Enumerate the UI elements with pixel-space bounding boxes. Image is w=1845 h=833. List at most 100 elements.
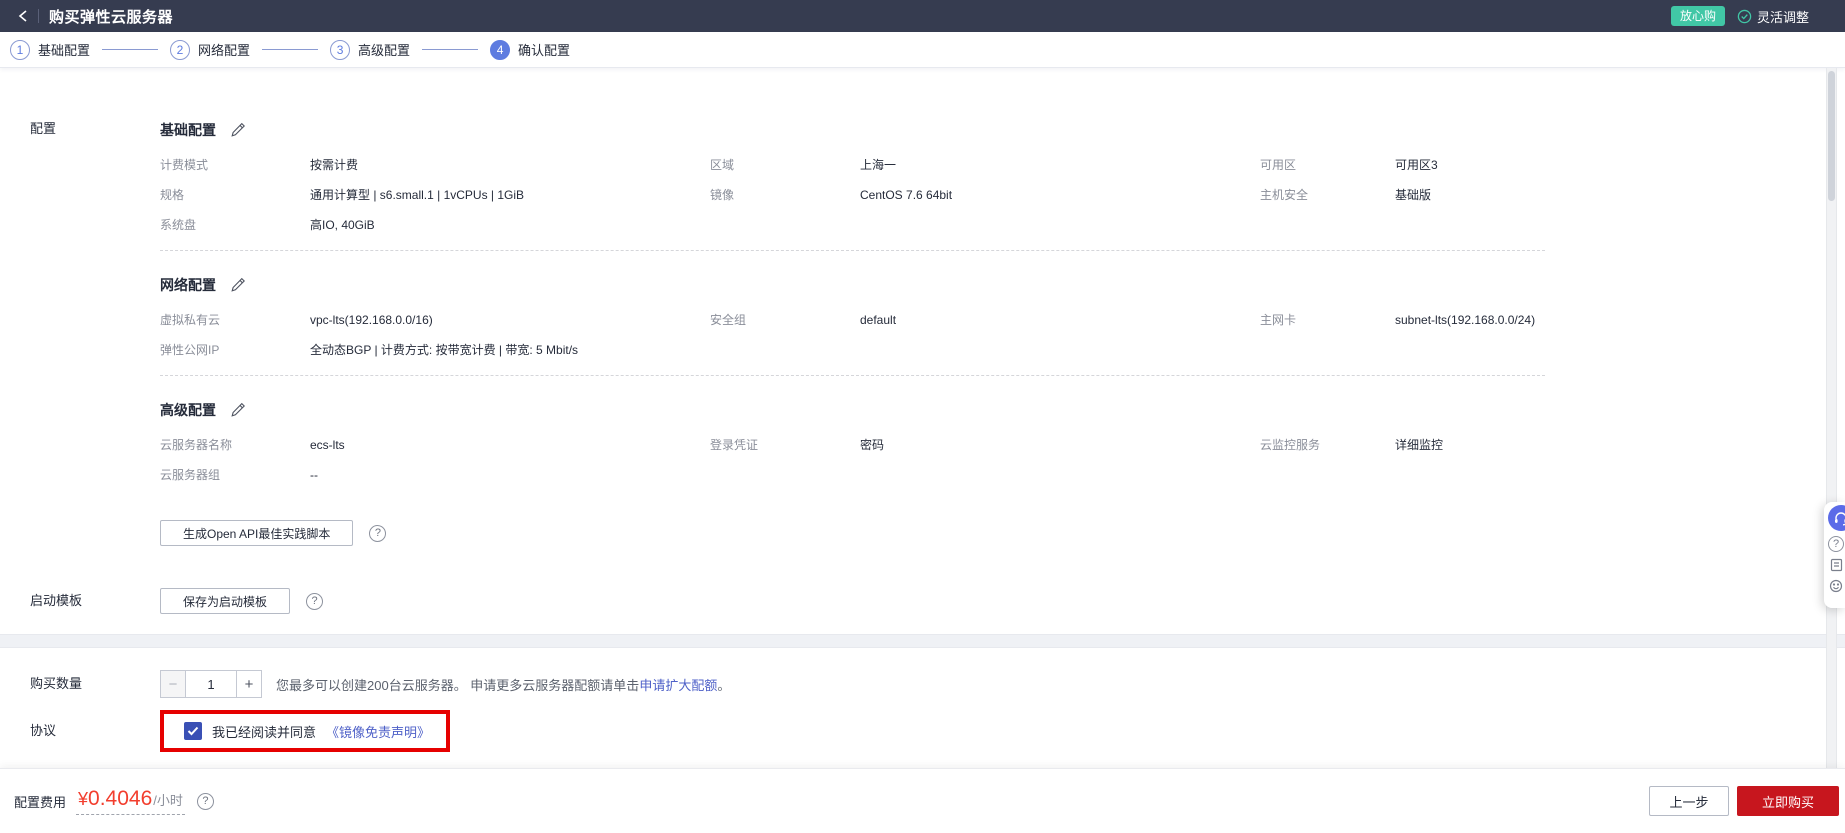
save-launch-template-button[interactable]: 保存为启动模板 xyxy=(160,588,291,614)
widget-help-icon[interactable]: ? xyxy=(1828,536,1844,552)
launch-template-row: 保存为启动模板 ? xyxy=(160,588,1545,614)
main-content: 配置 启动模板 基础配置 计费模式 按需计费 区域 上海一 可用区 可用区3 规… xyxy=(0,68,1845,768)
field-value: 详细监控 xyxy=(1395,438,1444,452)
field-value: default xyxy=(860,313,897,327)
price-currency: ¥ xyxy=(78,789,89,809)
panel-separator xyxy=(0,634,1845,648)
basic-config-grid: 计费模式 按需计费 区域 上海一 可用区 可用区3 规格 通用计算型 | s6.… xyxy=(160,156,1545,234)
support-widget: ? xyxy=(1824,502,1845,608)
generate-api-script-button[interactable]: 生成Open API最佳实践脚本 xyxy=(160,520,354,546)
field-label: 计费模式 xyxy=(160,158,209,172)
section-divider xyxy=(160,250,1545,251)
support-headset-icon[interactable] xyxy=(1828,505,1845,531)
price: ¥0.4046/小时 xyxy=(76,787,185,815)
field-value: 按需计费 xyxy=(310,158,359,172)
network-config-grid: 虚拟私有云 vpc-lts(192.168.0.0/16) 安全组 defaul… xyxy=(160,311,1545,359)
step-number: 1 xyxy=(10,39,30,60)
widget-document-icon[interactable] xyxy=(1828,557,1844,573)
field-value: -- xyxy=(310,468,318,482)
agreement-text: 我已经阅读并同意 xyxy=(212,724,317,740)
header-right: 放心购 灵活调整 xyxy=(1670,6,1809,26)
api-script-row: 生成Open API最佳实践脚本 ? xyxy=(160,520,1545,546)
widget-smiley-icon[interactable] xyxy=(1828,578,1844,594)
field-value: 高IO, 40GiB xyxy=(310,218,375,232)
step-label: 基础配置 xyxy=(38,43,91,58)
field-value: 通用计算型 | s6.small.1 | 1vCPUs | 1GiB xyxy=(310,188,525,202)
field-label: 云监控服务 xyxy=(1260,438,1321,452)
field-label: 弹性公网IP xyxy=(160,343,220,357)
flexible-adjust: 灵活调整 xyxy=(1737,7,1809,26)
field-label: 主机安全 xyxy=(1260,188,1309,202)
section-basic-config-title: 基础配置 xyxy=(160,120,1545,140)
price-unit: /小时 xyxy=(153,793,183,808)
edit-icon[interactable] xyxy=(229,122,246,139)
step-advanced-config[interactable]: 3 高级配置 xyxy=(330,39,411,60)
section-network-config-title: 网络配置 xyxy=(160,275,1545,295)
field-value: 上海一 xyxy=(860,158,897,172)
quantity-side-label: 购买数量 xyxy=(30,676,83,691)
previous-step-button[interactable]: 上一步 xyxy=(1649,786,1729,816)
image-disclaimer-link[interactable]: 《镜像免责声明》 xyxy=(326,722,430,741)
price-value: 0.4046 xyxy=(88,787,153,810)
field-label: 可用区 xyxy=(1260,158,1297,172)
step-connector xyxy=(102,49,159,50)
field-label: 云服务器名称 xyxy=(160,438,233,452)
section-title-text: 高级配置 xyxy=(160,402,216,418)
expand-quota-link[interactable]: 申请扩大配额 xyxy=(639,678,717,693)
step-label: 高级配置 xyxy=(358,43,411,58)
step-number: 3 xyxy=(330,39,351,60)
section-title-text: 基础配置 xyxy=(160,122,216,138)
field-label: 云服务器组 xyxy=(160,468,221,482)
step-confirm-config[interactable]: 4 确认配置 xyxy=(490,39,570,60)
section-advanced-config-title: 高级配置 xyxy=(160,400,1545,420)
flexible-adjust-label: 灵活调整 xyxy=(1756,9,1809,25)
field-value: ecs-lts xyxy=(310,438,345,452)
advanced-config-grid: 云服务器名称 ecs-lts 登录凭证 密码 云监控服务 详细监控 云服务器组 … xyxy=(160,436,1545,484)
step-connector xyxy=(422,49,479,50)
field-label: 规格 xyxy=(160,188,185,202)
top-header: 购买弹性云服务器 放心购 灵活调整 xyxy=(0,0,1845,32)
step-connector xyxy=(262,49,319,50)
field-label: 区域 xyxy=(710,158,735,172)
help-icon[interactable]: ? xyxy=(369,524,387,542)
edit-icon[interactable] xyxy=(229,402,246,419)
header-divider xyxy=(38,9,39,23)
field-label: 主网卡 xyxy=(1260,313,1297,327)
fee-label: 配置费用 xyxy=(14,794,67,810)
step-network-config[interactable]: 2 网络配置 xyxy=(170,39,251,60)
quantity-hint-text: 您最多可以创建200台云服务器。 申请更多云服务器配额请单击 xyxy=(276,677,640,693)
buy-now-button[interactable]: 立即购买 xyxy=(1737,786,1839,816)
section-divider xyxy=(160,375,1545,376)
config-summary-panel: 配置 启动模板 基础配置 计费模式 按需计费 区域 上海一 可用区 可用区3 规… xyxy=(0,68,1845,634)
quantity-hint: 您最多可以创建200台云服务器。 申请更多云服务器配额请单击申请扩大配额。 xyxy=(276,675,730,694)
field-label: 镜像 xyxy=(710,188,735,202)
wizard-step-bar: 1 基础配置 2 网络配置 3 高级配置 4 确认配置 xyxy=(0,32,1845,68)
page-title: 购买弹性云服务器 xyxy=(49,8,174,26)
quantity-input[interactable] xyxy=(185,670,237,698)
quantity-decrease-button[interactable]: − xyxy=(160,670,186,698)
step-number: 4 xyxy=(490,39,511,60)
field-value: 全动态BGP | 计费方式: 按带宽计费 | 带宽: 5 Mbit/s xyxy=(310,343,579,357)
scrollbar-thumb[interactable] xyxy=(1828,71,1835,201)
edit-icon[interactable] xyxy=(229,277,246,294)
agreement-highlight-box: 我已经阅读并同意 《镜像免责声明》 xyxy=(160,710,451,752)
agreement-checkbox[interactable] xyxy=(184,722,202,740)
section-title-text: 网络配置 xyxy=(160,277,216,293)
field-label: 登录凭证 xyxy=(710,438,759,452)
step-label: 网络配置 xyxy=(198,43,251,58)
help-icon[interactable]: ? xyxy=(306,592,324,610)
quantity-increase-button[interactable]: + xyxy=(236,670,262,698)
scrollbar[interactable] xyxy=(1826,68,1837,833)
field-value: subnet-lts(192.168.0.0/24) xyxy=(1395,313,1536,327)
field-label: 虚拟私有云 xyxy=(160,313,221,327)
purchase-panel: 购买数量 协议 − + 您最多可以创建200台云服务器。 申请更多云服务器配额请… xyxy=(0,648,1845,768)
quantity-hint-suffix: 。 xyxy=(717,677,731,693)
field-label: 系统盘 xyxy=(160,218,197,232)
field-label: 安全组 xyxy=(710,313,747,327)
assurance-badge: 放心购 xyxy=(1670,6,1725,26)
step-basic-config[interactable]: 1 基础配置 xyxy=(10,39,91,60)
check-circle-icon xyxy=(1737,9,1752,23)
field-value: 可用区3 xyxy=(1395,158,1438,172)
back-icon[interactable] xyxy=(12,5,34,27)
help-icon[interactable]: ? xyxy=(196,792,214,810)
